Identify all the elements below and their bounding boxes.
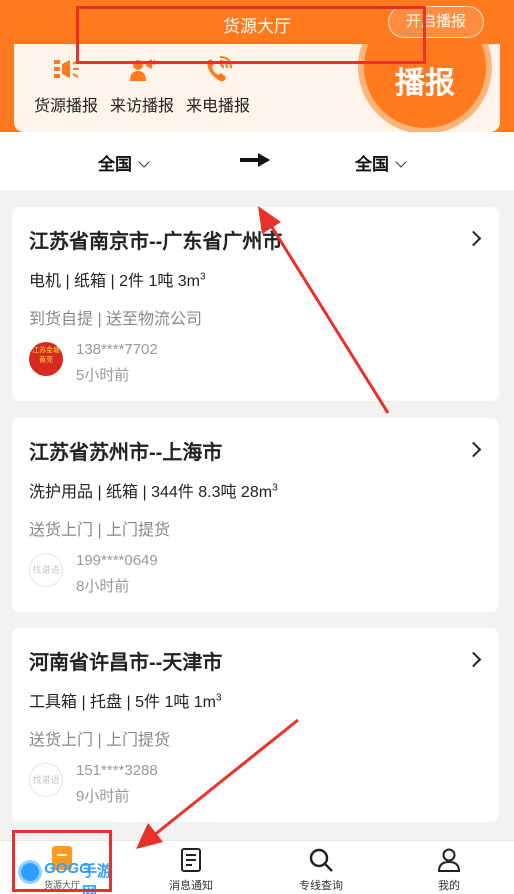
search-icon — [309, 848, 333, 872]
listing-goods: 工具箱 | 托盘 | 5件 1吨 1m3 — [29, 692, 222, 711]
listing-card[interactable]: 江苏省南京市--广东省广州市 电机 | 纸箱 | 2件 1吨 3m3 到货自提 … — [12, 207, 499, 401]
broadcast-button-label: 播报 — [395, 67, 455, 100]
chevron-down-icon — [395, 156, 407, 168]
listing-time: 8小时前 — [76, 578, 130, 595]
listing-route: 江苏省苏州市--上海市 — [29, 442, 223, 464]
avatar: 找谌语 — [29, 763, 63, 797]
feature-cargo-broadcast[interactable]: 货源播报 — [26, 56, 106, 116]
listing-route: 河南省许昌市--天津市 — [29, 652, 223, 674]
listing-service: 送货上门 | 上门提货 — [29, 522, 171, 539]
listing-phone: 199****0649 — [76, 552, 158, 569]
tab-route-search[interactable]: 专线查询 — [276, 847, 366, 893]
destination-label: 全国 — [355, 155, 389, 174]
feature-call-broadcast[interactable]: 来电播报 — [178, 56, 258, 116]
user-icon — [437, 848, 461, 872]
feature-label: 来电播报 — [185, 98, 250, 115]
annotation-highlight-box — [76, 6, 426, 64]
feature-label: 货源播报 — [33, 98, 98, 115]
destination-select[interactable]: 全国 — [355, 150, 407, 175]
tab-profile[interactable]: 我的 — [404, 847, 494, 893]
tab-label: 消息通知 — [169, 880, 213, 892]
origin-label: 全国 — [98, 155, 132, 174]
origin-select[interactable]: 全国 — [98, 150, 150, 175]
avatar: 找谌语 — [29, 553, 63, 587]
chevron-right-icon — [465, 651, 482, 668]
listing-service: 到货自提 | 送至物流公司 — [29, 311, 203, 328]
tab-label: 我的 — [438, 880, 460, 892]
listing-card[interactable]: 河南省许昌市--天津市 工具箱 | 托盘 | 5件 1吨 1m3 送货上门 | … — [12, 628, 499, 822]
listing-time: 5小时前 — [76, 367, 130, 384]
listing-goods: 电机 | 纸箱 | 2件 1吨 3m3 — [29, 271, 206, 290]
listing-route: 江苏省南京市--广东省广州市 — [29, 231, 283, 253]
tab-label: 专线查询 — [299, 880, 343, 892]
tab-messages[interactable]: 消息通知 — [146, 847, 236, 893]
listing-card[interactable]: 江苏省苏州市--上海市 洗护用品 | 纸箱 | 344件 8.3吨 28m3 送… — [12, 418, 499, 612]
arrow-right-icon — [240, 153, 270, 167]
feature-visitor-broadcast[interactable]: 来访播报 — [102, 56, 182, 116]
listing-phone: 138****7702 — [76, 341, 158, 358]
avatar: 江苏金塘 黄亮 — [29, 342, 63, 376]
route-filter-bar: 全国 全国 — [0, 132, 514, 190]
chevron-right-icon — [465, 441, 482, 458]
listing-time: 9小时前 — [76, 788, 130, 805]
listing-phone: 151****3288 — [76, 762, 158, 779]
feature-label: 来访播报 — [109, 98, 174, 115]
listing-service: 送货上门 | 上门提货 — [29, 732, 171, 749]
annotation-highlight-box — [12, 830, 112, 892]
chevron-right-icon — [465, 230, 482, 247]
listing-goods: 洗护用品 | 纸箱 | 344件 8.3吨 28m3 — [29, 482, 278, 501]
chevron-down-icon — [138, 156, 150, 168]
message-list-icon — [181, 848, 201, 872]
